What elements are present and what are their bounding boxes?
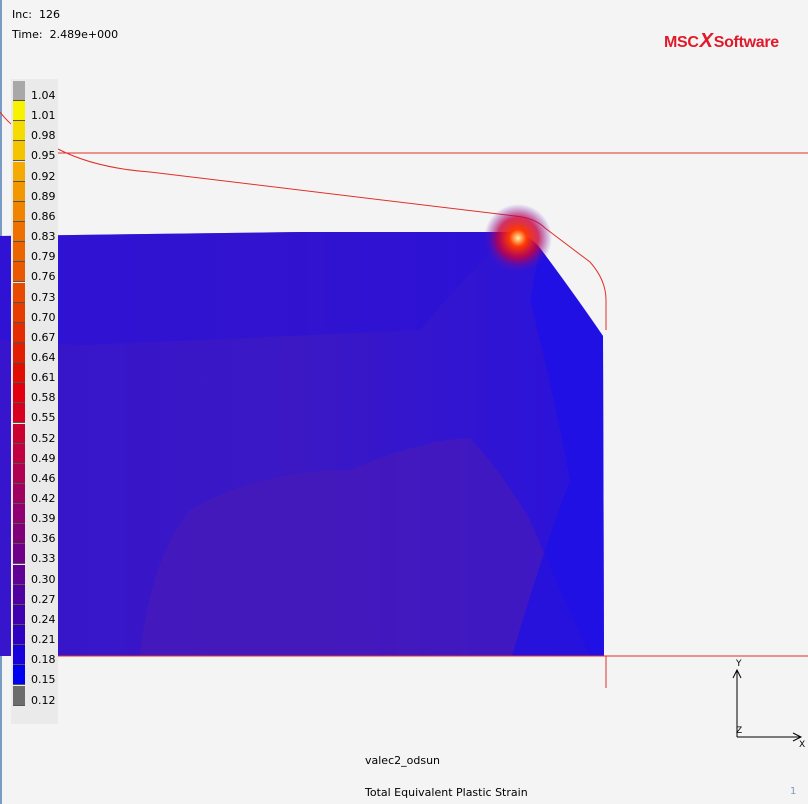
legend-label: 0.42 (31, 492, 56, 505)
legend-swatch (13, 584, 25, 605)
legend-swatch (13, 262, 25, 283)
legend-swatch (13, 665, 25, 686)
legend-label: 0.58 (31, 391, 56, 405)
legend-label: 0.64 (31, 350, 56, 364)
legend-swatch (13, 685, 25, 706)
legend-swatch (13, 645, 25, 666)
legend-label: 0.83 (31, 230, 56, 244)
legend-swatch (13, 322, 25, 343)
legend-swatch (13, 161, 25, 182)
legend-label: 0.46 (31, 471, 56, 485)
legend-swatch (13, 423, 25, 444)
legend-label: 0.73 (31, 290, 56, 304)
legend-label: 1.04 (31, 89, 56, 102)
legend-label: 0.39 (31, 512, 56, 526)
legend-swatch (13, 342, 25, 363)
legend-swatch (13, 181, 25, 202)
legend-label: 0.27 (31, 592, 56, 606)
legend-label: 0.70 (31, 310, 56, 324)
strain-hotspot (484, 204, 552, 272)
legend-label: 0.79 (31, 250, 56, 264)
legend-swatch (13, 625, 25, 646)
legend-swatch (13, 101, 25, 122)
legend-swatch (13, 443, 25, 464)
legend-swatch (13, 383, 25, 404)
legend-label: 0.21 (31, 633, 56, 647)
legend-swatch (13, 504, 25, 525)
lower-tool-outline (58, 655, 808, 688)
legend-swatch (13, 81, 25, 101)
legend-swatch (13, 524, 25, 545)
legend-swatch (13, 302, 25, 323)
legend-swatch (13, 463, 25, 484)
legend-swatch (13, 604, 25, 625)
legend-label: 0.89 (31, 189, 56, 203)
legend-label: 0.12 (31, 693, 56, 707)
legend-label: 0.52 (31, 431, 56, 445)
legend-label: 0.24 (31, 612, 56, 626)
legend-swatch (13, 564, 25, 585)
legend-swatch (13, 363, 25, 384)
axis-y-label: Y (735, 659, 742, 669)
legend-swatch (13, 484, 25, 504)
page-number: 1 (790, 786, 797, 797)
legend-label: 0.15 (31, 673, 56, 687)
legend-label: 0.61 (31, 371, 56, 385)
axis-x-label: X (799, 740, 805, 750)
legend-label: 0.76 (31, 270, 56, 284)
legend-label: 0.30 (31, 572, 56, 586)
legend-label: 0.36 (31, 532, 56, 546)
axis-triad (732, 668, 803, 742)
plot-title: Total Equivalent Plastic Strain (365, 786, 528, 799)
legend-swatch (13, 544, 25, 565)
color-legend: 1.04 1.01 0.98 0.95 0.92 0.89 0.86 0.83 0.79 0.76… (11, 79, 58, 724)
legend-label: 0.95 (31, 149, 56, 163)
legend-label: 0.67 (31, 330, 56, 344)
model-viewport[interactable]: Y Z X (0, 0, 808, 804)
legend-label: 0.33 (31, 552, 56, 566)
legend-swatch (13, 121, 25, 142)
legend-label: 0.49 (31, 451, 56, 465)
legend-swatch (13, 242, 25, 263)
legend-swatch (13, 222, 25, 243)
legend-swatch (13, 403, 25, 424)
axis-z-label: Z (736, 726, 742, 736)
legend-label: 0.18 (31, 653, 56, 667)
legend-label: 1.01 (31, 109, 56, 123)
legend-swatch (13, 201, 25, 222)
legend-label: 0.98 (31, 129, 56, 143)
legend-label: 0.92 (31, 169, 56, 183)
legend-label: 0.86 (31, 209, 56, 223)
job-name: valec2_odsun (365, 754, 441, 767)
legend-swatch (13, 282, 25, 303)
legend-label: 0.55 (31, 411, 56, 425)
legend-swatch (13, 141, 25, 162)
